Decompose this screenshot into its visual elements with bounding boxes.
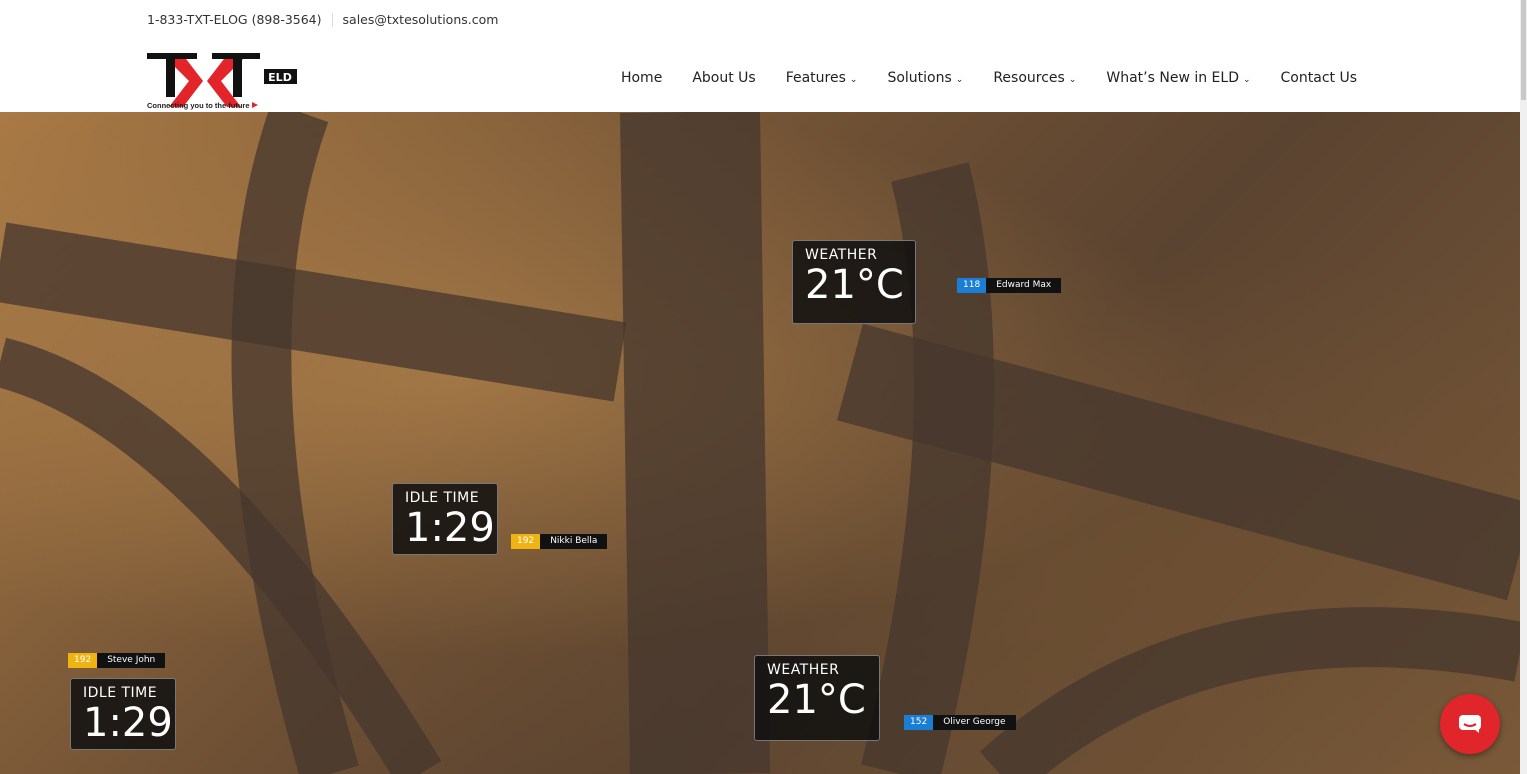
tag-name: Edward Max bbox=[986, 278, 1062, 293]
nav-whats-new[interactable]: What’s New in ELD ⌄ bbox=[1106, 70, 1250, 86]
chat-button[interactable] bbox=[1440, 694, 1500, 754]
weather-card: WEATHER 21°C bbox=[754, 655, 880, 741]
svg-text:ELD: ELD bbox=[268, 71, 292, 84]
card-value: 1:29 bbox=[405, 505, 495, 551]
highway bbox=[620, 112, 770, 774]
card-title: WEATHER bbox=[767, 662, 840, 678]
logo[interactable]: ELD Connecting you to the future bbox=[147, 51, 307, 111]
highway bbox=[0, 222, 627, 402]
divider bbox=[331, 12, 333, 27]
driver-tag: 118 Edward Max bbox=[957, 278, 1062, 293]
card-title: WEATHER bbox=[805, 247, 878, 263]
nav-label: Resources bbox=[993, 70, 1065, 86]
chevron-down-icon: ⌄ bbox=[1242, 75, 1251, 85]
highway bbox=[979, 607, 1520, 774]
header: ELD Connecting you to the future Home Ab… bbox=[0, 40, 1520, 112]
nav-label: About Us bbox=[692, 70, 756, 86]
nav-label: Solutions bbox=[887, 70, 952, 86]
nav-resources[interactable]: Resources ⌄ bbox=[993, 70, 1076, 86]
email-link[interactable]: sales@txtesolutions.com bbox=[343, 12, 499, 27]
phone-link[interactable]: 1-833-TXT-ELOG (898-3564) bbox=[147, 12, 322, 27]
idle-time-card: IDLE TIME 1:29 bbox=[392, 483, 498, 555]
card-title: IDLE TIME bbox=[405, 490, 480, 506]
tag-name: Oliver George bbox=[933, 715, 1016, 730]
tag-id: 192 bbox=[68, 653, 98, 668]
driver-tag: 152 Oliver George bbox=[904, 715, 1016, 730]
nav-solutions[interactable]: Solutions ⌄ bbox=[887, 70, 963, 86]
weather-card: WEATHER 21°C bbox=[792, 240, 916, 324]
idle-time-card: IDLE TIME 1:29 bbox=[70, 678, 176, 750]
svg-text:Connecting you to the future: Connecting you to the future bbox=[147, 101, 250, 110]
hero-video: WEATHER 21°C IDLE TIME 1:29 IDLE TIME 1:… bbox=[0, 112, 1520, 774]
highway bbox=[0, 337, 442, 774]
tag-id: 118 bbox=[957, 278, 987, 293]
highway bbox=[231, 112, 359, 774]
nav-label: Features bbox=[785, 70, 846, 86]
scrollbar-thumb[interactable] bbox=[1521, 0, 1526, 100]
topbar: 1-833-TXT-ELOG (898-3564) sales@txtesolu… bbox=[147, 12, 498, 27]
main-nav: Home About Us Features ⌄ Solutions ⌄ Resou… bbox=[621, 70, 1357, 86]
nav-label: Contact Us bbox=[1280, 70, 1357, 86]
nav-label: What’s New in ELD bbox=[1106, 70, 1239, 86]
card-value: 21°C bbox=[767, 677, 866, 723]
nav-label: Home bbox=[620, 70, 663, 86]
chevron-down-icon: ⌄ bbox=[955, 75, 964, 85]
card-value: 1:29 bbox=[83, 700, 173, 746]
tag-name: Steve John bbox=[97, 653, 166, 668]
tag-id: 192 bbox=[511, 534, 541, 549]
chevron-down-icon: ⌄ bbox=[1068, 75, 1077, 85]
tag-id: 152 bbox=[904, 715, 934, 730]
chat-icon bbox=[1459, 715, 1481, 733]
driver-tag: 192 Steve John bbox=[68, 653, 166, 668]
nav-home[interactable]: Home bbox=[621, 70, 662, 86]
scrollbar[interactable] bbox=[1520, 0, 1527, 774]
nav-features[interactable]: Features ⌄ bbox=[786, 70, 858, 86]
card-title: IDLE TIME bbox=[83, 685, 158, 701]
driver-tag: 192 Nikki Bella bbox=[511, 534, 608, 549]
nav-about-us[interactable]: About Us bbox=[692, 70, 755, 86]
card-value: 21°C bbox=[805, 262, 904, 308]
tag-name: Nikki Bella bbox=[540, 534, 608, 549]
nav-contact-us[interactable]: Contact Us bbox=[1281, 70, 1357, 86]
chevron-down-icon: ⌄ bbox=[849, 75, 858, 85]
